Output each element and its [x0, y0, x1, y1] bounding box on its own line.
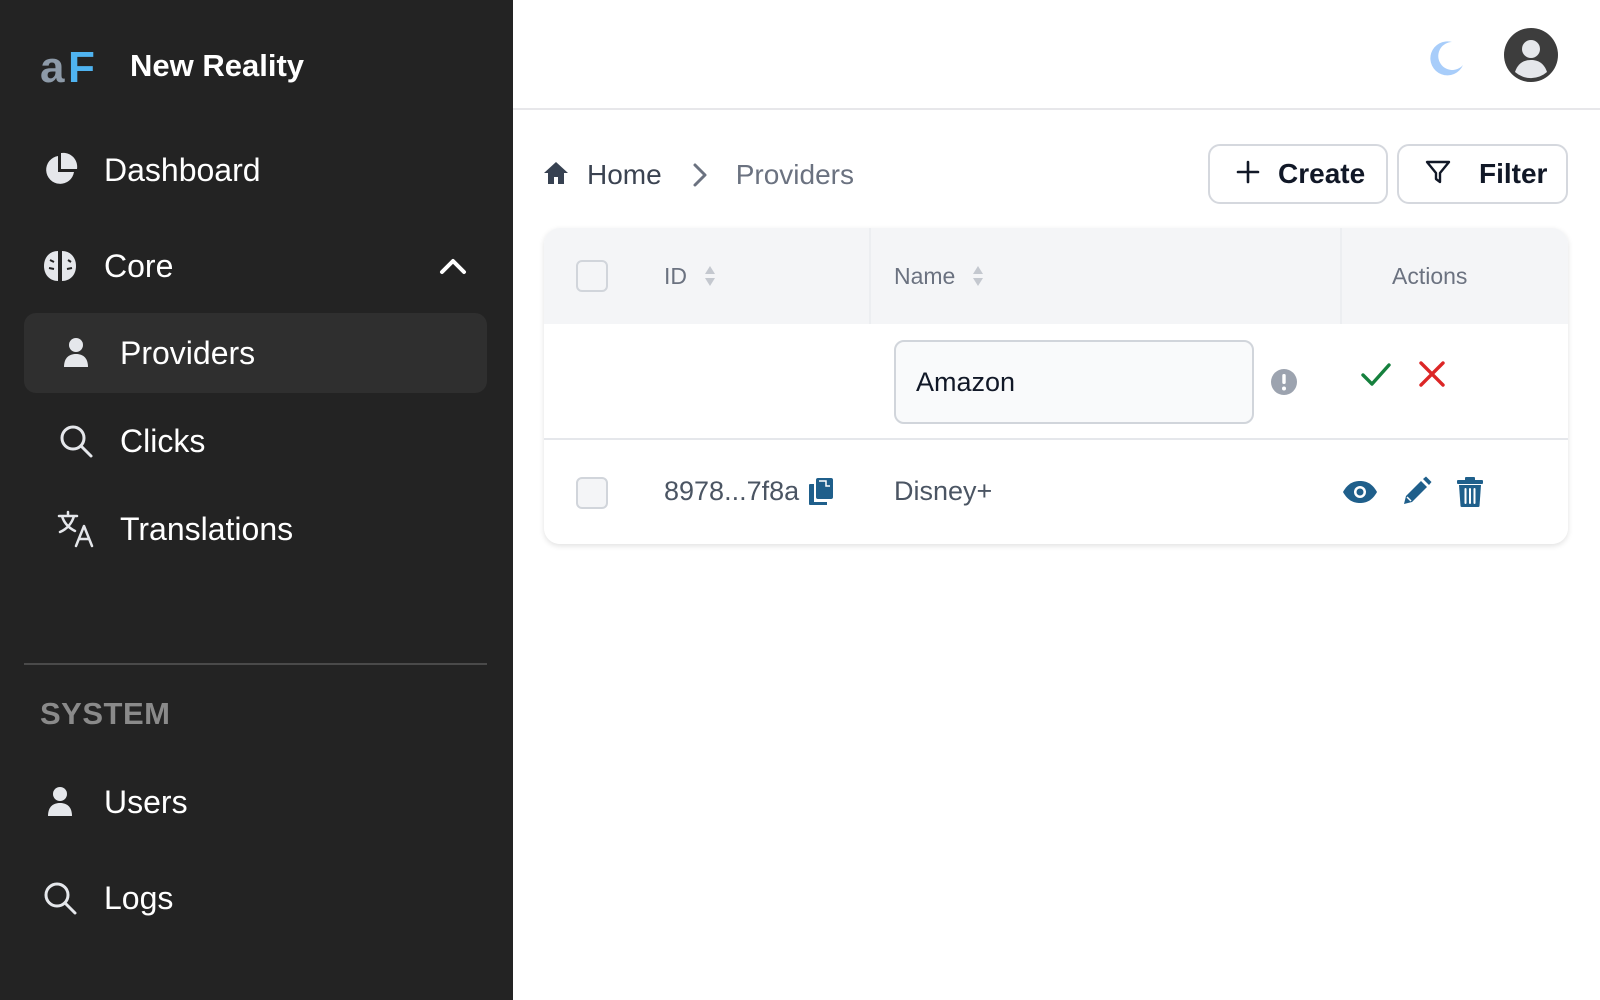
filter-button[interactable]: Filter — [1397, 144, 1568, 204]
eye-icon — [1343, 481, 1377, 503]
table-header: ID Name Actions — [544, 228, 1568, 324]
brain-icon — [40, 246, 80, 286]
view-button[interactable] — [1340, 472, 1380, 512]
column-header-name[interactable]: Name — [894, 256, 985, 296]
plus-icon — [1236, 160, 1260, 189]
close-icon — [1419, 361, 1445, 387]
svg-text:F: F — [68, 44, 95, 88]
chevron-right-icon — [688, 161, 712, 189]
name-input[interactable] — [894, 340, 1254, 424]
sidebar-item-core[interactable]: Core — [24, 226, 487, 306]
header-divider — [869, 228, 871, 324]
home-icon — [543, 160, 569, 191]
create-button[interactable]: Create — [1208, 144, 1388, 204]
edit-button[interactable] — [1396, 472, 1436, 512]
user-circle-icon[interactable] — [1504, 28, 1558, 82]
row-id: 8978...7f8a — [664, 476, 800, 506]
sidebar-item-label: Logs — [104, 879, 174, 916]
section-label-system: SYSTEM — [40, 696, 171, 731]
sidebar-item-clicks[interactable]: Clicks — [24, 401, 487, 481]
column-header-id[interactable]: ID — [664, 256, 717, 296]
breadcrumb-home-label: Home — [587, 159, 662, 190]
column-header-label: ID — [664, 262, 687, 289]
sidebar-item-label: Clicks — [120, 422, 206, 459]
brand-name: New Reality — [130, 48, 305, 83]
trash-icon — [1457, 477, 1483, 507]
copy-icon[interactable] — [807, 477, 835, 507]
create-button-label: Create — [1278, 158, 1366, 189]
sidebar-item-dashboard[interactable]: Dashboard — [24, 130, 487, 210]
column-header-label: Name — [894, 262, 956, 289]
providers-table: ID Name Actions 8978...7f8a — [544, 228, 1568, 544]
breadcrumb: Home Providers — [543, 152, 854, 198]
sidebar-item-translations[interactable]: Translations — [24, 489, 487, 569]
filter-button-label: Filter — [1479, 158, 1548, 189]
sidebar-item-providers[interactable]: Providers — [24, 313, 487, 393]
moon-icon[interactable] — [1422, 34, 1470, 82]
column-header-label: Actions — [1392, 262, 1468, 289]
brand-logo: a F — [40, 44, 95, 88]
sort-icon[interactable] — [703, 264, 717, 288]
column-header-actions: Actions — [1392, 256, 1467, 296]
user-icon — [40, 782, 80, 822]
filter-icon — [1425, 159, 1451, 190]
sidebar-item-label: Translations — [120, 510, 294, 547]
sidebar-divider — [24, 663, 487, 665]
delete-button[interactable] — [1450, 472, 1490, 512]
pencil-icon — [1404, 476, 1432, 504]
user-icon — [56, 333, 96, 373]
sort-icon[interactable] — [971, 264, 985, 288]
chevron-up-icon[interactable] — [433, 246, 473, 286]
header-divider — [1340, 228, 1342, 324]
sidebar-item-label: Core — [104, 247, 174, 284]
info-alert-icon — [1271, 369, 1297, 395]
sidebar: a F New Reality Dashboard Core Providers… — [0, 0, 513, 1000]
breadcrumb-home[interactable]: Home — [543, 159, 662, 191]
search-icon — [56, 421, 96, 461]
row-id-cell: 8978...7f8a — [664, 476, 835, 507]
search-icon — [40, 878, 80, 918]
sidebar-item-label: Providers — [120, 334, 256, 371]
topbar — [513, 0, 1600, 110]
brand[interactable]: a F New Reality — [40, 44, 304, 88]
sidebar-item-users[interactable]: Users — [24, 762, 487, 842]
row-name: Disney+ — [894, 476, 993, 506]
sidebar-item-logs[interactable]: Logs — [24, 858, 487, 938]
row-checkbox[interactable] — [576, 477, 608, 509]
sidebar-item-label: Dashboard — [104, 151, 261, 188]
cancel-button[interactable] — [1412, 354, 1452, 394]
pie-chart-icon — [40, 150, 80, 190]
inline-create-row — [544, 324, 1568, 440]
table-row[interactable]: 8978...7f8a Disney+ — [544, 442, 1568, 544]
svg-text:a: a — [40, 44, 65, 88]
sidebar-item-label: Users — [104, 783, 188, 820]
select-all-checkbox[interactable] — [576, 260, 608, 292]
translate-icon — [56, 509, 96, 549]
breadcrumb-current: Providers — [735, 159, 854, 190]
check-icon — [1361, 363, 1391, 386]
confirm-button[interactable] — [1356, 354, 1396, 394]
